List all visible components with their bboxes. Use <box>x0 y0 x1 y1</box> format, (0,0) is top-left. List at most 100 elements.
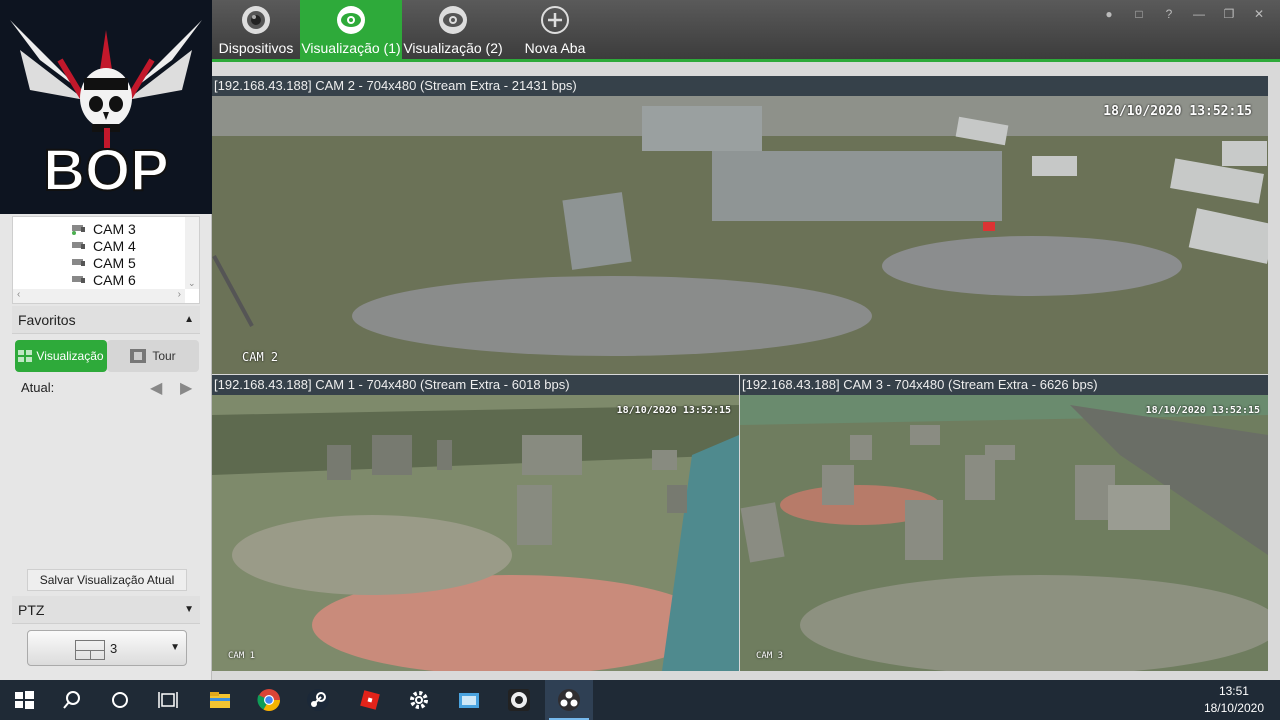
save-view-button[interactable]: Salvar Visualização Atual <box>27 569 187 591</box>
tour-button[interactable]: Tour <box>107 340 199 372</box>
button-label: Visualização <box>36 349 104 363</box>
clock-time: 13:51 <box>1218 684 1249 698</box>
tree-item-cam4[interactable]: CAM 4 <box>71 238 136 254</box>
tree-item-label: CAM 4 <box>93 238 136 254</box>
taskbar-chrome[interactable] <box>245 680 293 720</box>
taskbar-cortana[interactable] <box>96 680 144 720</box>
settings-icon <box>410 691 428 709</box>
collapse-up-icon: ▲ <box>184 314 194 325</box>
tab-nova-aba[interactable]: Nova Aba <box>508 0 602 59</box>
tree-item-cam3[interactable]: CAM 3 <box>71 221 136 237</box>
visualizacao-button[interactable]: Visualização <box>15 340 107 372</box>
scroll-left-icon[interactable]: ‹ <box>17 289 20 300</box>
restore-icon[interactable]: ❐ <box>1218 6 1240 22</box>
logo-text: BOP <box>43 138 169 203</box>
eye-icon <box>337 6 365 34</box>
window-controls: ● □ ? — ❐ ✕ <box>1098 6 1270 22</box>
taskbar-search[interactable] <box>48 680 96 720</box>
clock-date: 18/10/2020 <box>1203 701 1264 715</box>
chrome-icon <box>257 689 280 711</box>
osd-timestamp: 18/10/2020 13:52:15 <box>616 405 731 416</box>
tab-label: Visualização (2) <box>403 40 503 56</box>
taskbar-task-view[interactable] <box>144 680 192 720</box>
previous-arrow-icon[interactable]: ◀ <box>150 378 162 398</box>
team-logo: BOP <box>0 0 212 214</box>
camera-feed-image: 18/10/2020 13:52:15 CAM 3 <box>740 395 1268 671</box>
taskbar-clock[interactable]: 13:51 18/10/2020 <box>1204 683 1264 717</box>
cortana-icon <box>112 692 128 708</box>
taskbar-obs-studio[interactable] <box>545 680 593 720</box>
collapse-down-icon: ▼ <box>184 604 194 615</box>
camera-lens-icon <box>242 6 270 34</box>
grid-view-icon <box>18 350 33 362</box>
task-view-icon <box>158 692 178 708</box>
steam-icon <box>307 689 329 711</box>
video-pane-cam1[interactable]: [192.168.43.188] CAM 1 - 704x480 (Stream… <box>212 375 739 671</box>
video-pane-cam3[interactable]: [192.168.43.188] CAM 3 - 704x480 (Stream… <box>740 375 1268 671</box>
tab-visualizacao-2[interactable]: Visualização (2) <box>402 0 504 59</box>
camera-feed-image: 18/10/2020 13:52:15 CAM 1 <box>212 395 739 671</box>
atual-label: Atual: <box>21 380 55 395</box>
tree-item-cam5[interactable]: CAM 5 <box>71 255 136 271</box>
scroll-down-icon[interactable]: ⌄ <box>188 278 196 289</box>
taskbar-file-explorer[interactable] <box>196 680 244 720</box>
horizontal-scrollbar[interactable]: ‹ › <box>13 289 185 303</box>
control-panel-icon <box>459 693 479 708</box>
taskbar-obs[interactable] <box>495 680 543 720</box>
eye-icon <box>439 6 467 34</box>
skull-logo-image: BOP <box>0 0 212 214</box>
tab-label: Nova Aba <box>524 40 586 56</box>
lock-icon[interactable]: □ <box>1128 6 1150 22</box>
chevron-down-icon: ▼ <box>170 642 180 653</box>
close-icon[interactable]: ✕ <box>1248 6 1270 22</box>
camera-icon <box>71 239 87 253</box>
tab-label: Dispositivos <box>218 40 294 56</box>
file-explorer-icon <box>210 692 230 708</box>
taskbar-steam[interactable] <box>294 680 342 720</box>
help-icon[interactable]: ? <box>1158 6 1180 22</box>
plus-circle-icon <box>541 6 569 34</box>
taskbar-settings[interactable] <box>395 680 443 720</box>
favoritos-header[interactable]: Favoritos ▲ <box>12 306 200 334</box>
search-icon <box>63 691 80 709</box>
layout-selector[interactable]: 3 ▼ <box>27 630 187 666</box>
layout-value: 3 <box>110 641 118 656</box>
tab-label: Visualização (1) <box>301 40 401 56</box>
pane-title: [192.168.43.188] CAM 2 - 704x480 (Stream… <box>212 76 1268 96</box>
roblox-icon <box>360 690 380 710</box>
camera-icon <box>71 273 87 287</box>
osd-camera-name: CAM 2 <box>242 350 279 364</box>
camera-icon <box>71 222 87 236</box>
taskbar-roblox[interactable] <box>346 680 394 720</box>
osd-timestamp: 18/10/2020 13:52:15 <box>1145 405 1260 416</box>
windows-taskbar: 13:51 18/10/2020 <box>0 680 1280 720</box>
tab-dispositivos[interactable]: Dispositivos <box>212 0 300 59</box>
obs-icon <box>508 689 530 711</box>
tree-item-cam6[interactable]: CAM 6 <box>71 272 136 288</box>
scroll-right-icon[interactable]: › <box>178 289 181 300</box>
windows-start-icon <box>15 691 34 709</box>
pane-title: [192.168.43.188] CAM 1 - 704x480 (Stream… <box>212 375 739 395</box>
tree-item-label: CAM 3 <box>93 221 136 237</box>
ptz-header[interactable]: PTZ ▼ <box>12 596 200 624</box>
left-panel: CAM 3 CAM 4 CAM 5 CAM 6 ⌄ ‹ › Favoritos … <box>0 214 212 680</box>
section-title: Favoritos <box>18 312 76 328</box>
camera-feed-image: 18/10/2020 13:52:15 CAM 2 <box>212 96 1268 374</box>
layout-grid-icon <box>75 640 105 660</box>
tree-item-label: CAM 6 <box>93 272 136 288</box>
film-icon <box>130 349 147 363</box>
osd-camera-name: CAM 3 <box>756 651 784 661</box>
next-arrow-icon[interactable]: ▶ <box>180 378 192 398</box>
osd-camera-name: CAM 1 <box>228 651 256 661</box>
device-tree[interactable]: CAM 3 CAM 4 CAM 5 CAM 6 ⌄ ‹ › <box>12 216 200 304</box>
button-label: Salvar Visualização Atual <box>39 573 175 587</box>
user-icon[interactable]: ● <box>1098 6 1120 22</box>
taskbar-control-panel[interactable] <box>445 680 493 720</box>
video-pane-cam2[interactable]: [192.168.43.188] CAM 2 - 704x480 (Stream… <box>212 76 1268 374</box>
osd-timestamp: 18/10/2020 13:52:15 <box>1103 104 1252 119</box>
tab-visualizacao-1[interactable]: Visualização (1) <box>300 0 402 59</box>
tree-item-label: CAM 5 <box>93 255 136 271</box>
minimize-icon[interactable]: — <box>1188 6 1210 22</box>
vertical-scrollbar[interactable]: ⌄ <box>185 217 199 289</box>
windows-start-button[interactable] <box>0 680 48 720</box>
